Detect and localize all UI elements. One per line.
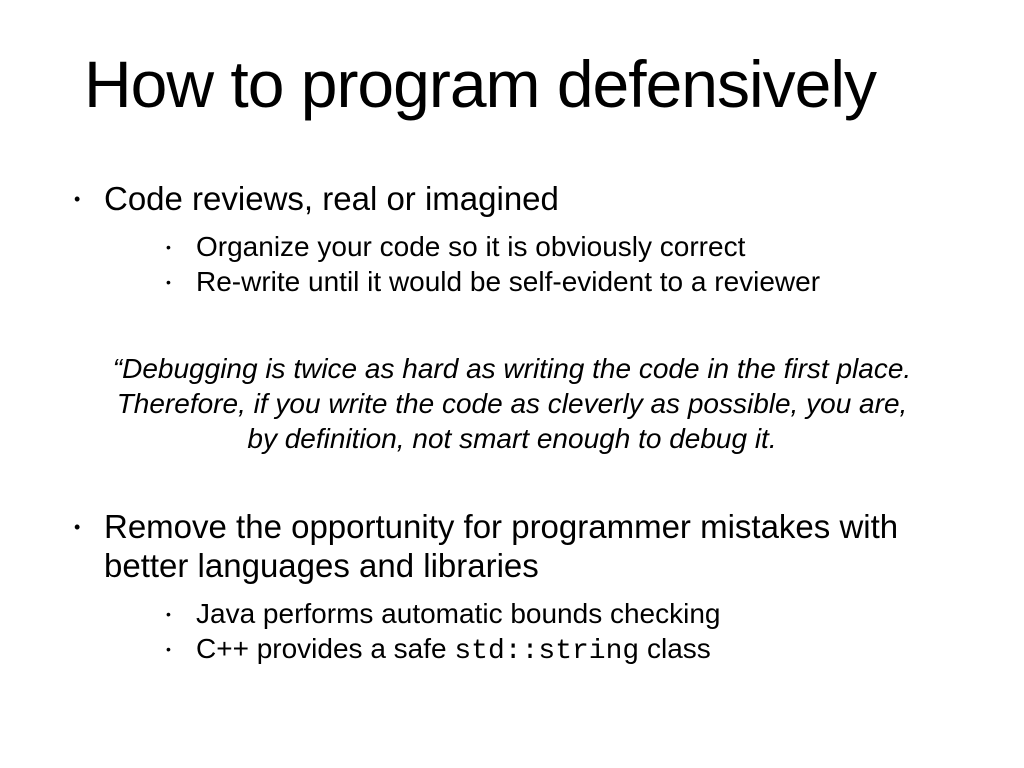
quote-line: Therefore, if you write the code as clev… <box>117 388 908 419</box>
quote-line: “Debugging is twice as hard as writing t… <box>113 353 911 384</box>
slide: How to program defensively Code reviews,… <box>0 0 1024 768</box>
sub-bullet: C++ provides a safe std::string class <box>104 631 964 669</box>
sub-bullet-text-prefix: C++ provides a safe <box>196 633 454 664</box>
sub-bullet-text-suffix: class <box>639 633 711 664</box>
bullet-text: Code reviews, real or imagined <box>104 180 559 217</box>
quote-block: “Debugging is twice as hard as writing t… <box>60 351 964 456</box>
sub-bullet: Re-write until it would be self-evident … <box>104 264 964 299</box>
bullet-code-reviews: Code reviews, real or imagined Organize … <box>60 180 964 299</box>
slide-content: Code reviews, real or imagined Organize … <box>60 180 964 675</box>
bullet-text: Remove the opportunity for programmer mi… <box>104 508 898 584</box>
quote-line: by definition, not smart enough to debug… <box>247 423 776 454</box>
bullet-list-2: Remove the opportunity for programmer mi… <box>60 508 964 669</box>
sub-bullet: Java performs automatic bounds checking <box>104 596 964 631</box>
sub-bullet: Organize your code so it is obviously co… <box>104 229 964 264</box>
sub-list-2: Java performs automatic bounds checking … <box>104 596 964 669</box>
bullet-list-1: Code reviews, real or imagined Organize … <box>60 180 964 299</box>
bullet-remove-opportunity: Remove the opportunity for programmer mi… <box>60 508 964 669</box>
sub-list-1: Organize your code so it is obviously co… <box>104 229 964 299</box>
code-snippet: std::string <box>454 636 639 667</box>
slide-title: How to program defensively <box>84 46 984 122</box>
